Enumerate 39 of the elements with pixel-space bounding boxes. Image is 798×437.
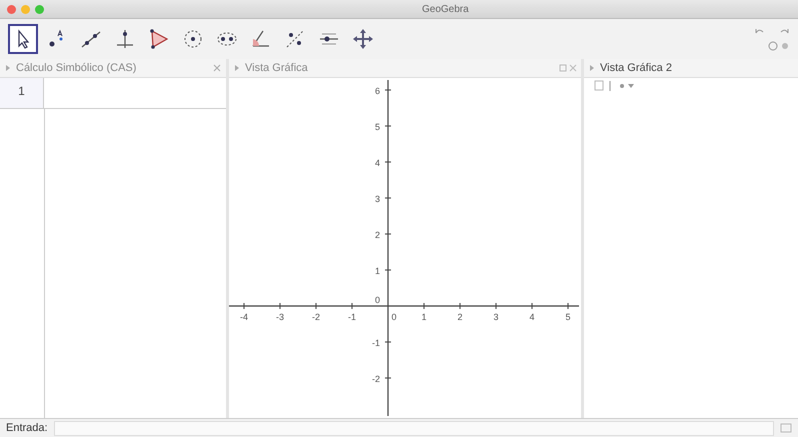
x-tick-label: 0: [392, 312, 396, 322]
collapse-triangle-icon[interactable]: [233, 64, 241, 72]
y-tick-label: 0: [374, 295, 380, 305]
collapse-triangle-icon[interactable]: [4, 64, 12, 72]
panel-title: Cálculo Simbólico (CAS): [16, 62, 136, 74]
y-tick-label: 2: [374, 230, 380, 240]
collapse-triangle-icon[interactable]: [588, 64, 596, 72]
x-tick-label: 5: [566, 312, 570, 322]
y-tick-label: 1: [374, 266, 380, 276]
x-tick-label: 3: [494, 312, 498, 322]
close-window-button[interactable]: [7, 4, 16, 14]
x-tick-label: 1: [422, 312, 426, 322]
window-title: GeoGebra: [422, 4, 469, 14]
window-controls-icon[interactable]: [559, 63, 577, 73]
x-tick-label: -2: [312, 312, 320, 322]
keyboard-icon[interactable]: [780, 423, 792, 433]
input-label: Entrada:: [6, 422, 48, 434]
x-tick-label: -1: [348, 312, 356, 322]
row-number: 1: [0, 78, 44, 108]
polygon-icon: [147, 27, 171, 51]
y-tick-label: 4: [374, 158, 380, 168]
x-tick-label: -4: [240, 312, 248, 322]
y-tick-label: -2: [372, 374, 380, 384]
panel-title: Vista Gráfica: [245, 62, 308, 74]
x-tick-label: -3: [276, 312, 284, 322]
move-arrows-icon: [351, 27, 375, 51]
zoom-window-button[interactable]: [35, 4, 44, 14]
panel-title: Vista Gráfica 2: [600, 62, 672, 74]
tool-button[interactable]: [8, 24, 38, 54]
y-tick-label: 5: [374, 122, 380, 132]
y-tick-label: -1: [372, 338, 380, 348]
minimize-window-button[interactable]: [21, 4, 30, 14]
x-tick-label: 4: [530, 312, 534, 322]
y-tick-label: 3: [374, 194, 380, 204]
close-icon[interactable]: [212, 63, 222, 73]
style-bar-icon[interactable]: [594, 80, 634, 92]
y-tick-label: 6: [374, 86, 380, 96]
x-tick-label: 2: [458, 312, 462, 322]
input-field[interactable]: [54, 420, 774, 436]
